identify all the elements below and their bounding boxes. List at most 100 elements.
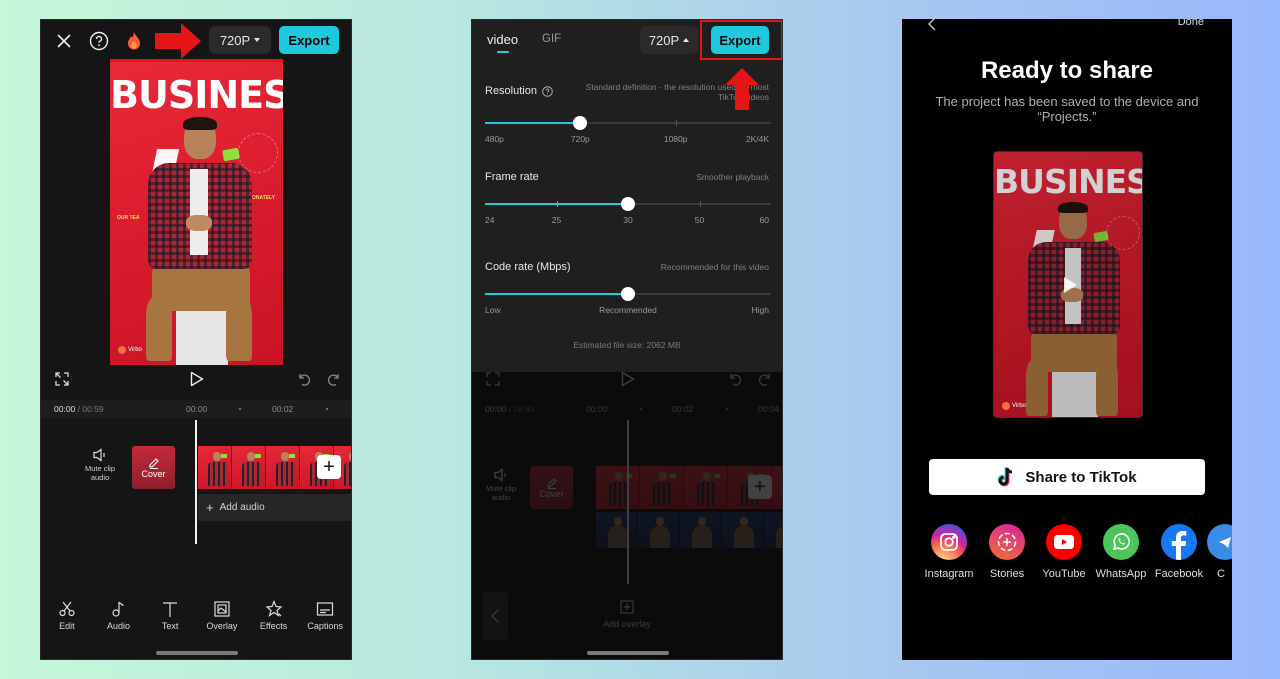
slider-option-label[interactable]: 60 — [760, 215, 769, 225]
slider-tick — [556, 201, 558, 207]
redo-icon — [756, 370, 774, 388]
close-icon[interactable] — [53, 30, 75, 52]
slider-option-label[interactable]: 30 — [623, 215, 632, 225]
facebook-icon — [1161, 524, 1197, 560]
text-icon — [163, 602, 178, 617]
playhead[interactable] — [195, 420, 197, 544]
plus-icon: + — [206, 500, 214, 515]
redo-icon[interactable] — [325, 370, 343, 388]
tick-dot — [239, 408, 241, 410]
frame-rate-hint: Smoother playback — [696, 172, 769, 182]
mute-clip-audio-button[interactable]: Mute clip audio — [79, 448, 121, 482]
add-clip-button[interactable]: + — [317, 455, 341, 479]
play-icon — [618, 369, 638, 389]
undo-icon[interactable] — [295, 370, 313, 388]
slider-option-label[interactable]: 25 — [552, 215, 561, 225]
tick-dot — [640, 408, 642, 410]
done-button[interactable]: Done — [1178, 19, 1204, 28]
share-whatsapp[interactable]: WhatsApp — [1092, 524, 1150, 580]
estimated-file-size: Estimated file size: 2062 MB — [573, 340, 681, 350]
captions-icon — [317, 602, 334, 616]
preview-side-text-left: OUR TEA — [117, 215, 140, 221]
tab-video[interactable]: video — [487, 32, 518, 47]
chevron-left-icon[interactable] — [924, 19, 940, 32]
tool-captions[interactable]: Captions — [299, 600, 351, 631]
slider-option-label[interactable]: Low — [485, 305, 501, 315]
fullscreen-icon[interactable] — [53, 370, 71, 388]
tool-text[interactable]: Text — [144, 600, 196, 631]
slider-option-label[interactable]: 2K/4K — [746, 134, 769, 144]
add-audio-label: Add audio — [219, 502, 265, 513]
flame-icon[interactable] — [123, 29, 145, 53]
video-preview[interactable]: BUSINESS OUR TEA ONATELY Virbo — [110, 59, 283, 365]
share-facebook[interactable]: Facebook — [1150, 524, 1208, 580]
overlay-icon — [214, 601, 230, 617]
tool-audio[interactable]: Audio — [93, 600, 145, 631]
export-button[interactable]: Export — [279, 26, 339, 54]
share-screen: Done Ready to share The project has been… — [902, 19, 1232, 660]
export-label: Export — [288, 32, 330, 48]
tab-gif[interactable]: GIF — [542, 33, 561, 45]
slider-option-label[interactable]: 50 — [695, 215, 704, 225]
tick-label: 00:02 — [272, 404, 294, 414]
active-tab-indicator — [497, 51, 509, 53]
effects-star-icon — [265, 600, 282, 617]
share-stories[interactable]: Stories — [978, 524, 1036, 580]
resolution-dropdown[interactable]: 720P — [640, 26, 698, 54]
annotation-arrow-right — [155, 23, 201, 59]
share-subtitle: The project has been saved to the device… — [935, 94, 1199, 124]
cover-label: Cover — [141, 468, 166, 479]
tool-overlay[interactable]: Overlay — [196, 600, 248, 631]
tool-edit[interactable]: Edit — [41, 600, 93, 631]
tick-dot — [326, 408, 328, 410]
slider-thumb[interactable] — [621, 287, 635, 301]
help-circle-icon[interactable] — [87, 29, 111, 53]
tick-label: 00:02 — [672, 404, 694, 414]
slider-option-label[interactable]: 1080p — [664, 134, 688, 144]
tool-effects[interactable]: Effects — [248, 600, 300, 631]
annotation-highlight-box — [700, 20, 782, 60]
presenter — [146, 117, 256, 365]
info-icon[interactable] — [542, 85, 553, 97]
slider-tick — [699, 201, 701, 207]
annotation-arrow-up — [725, 68, 759, 110]
frame-rate-section-title: Frame rate — [485, 171, 539, 183]
slider-thumb[interactable] — [573, 116, 588, 130]
code-rate-section-title: Code rate (Mbps) — [485, 261, 571, 273]
tick-dot — [726, 408, 728, 410]
slider-thumb[interactable] — [621, 197, 635, 211]
editor-screen: 720P Export BUSINESS OUR TEA ONATELY Vir… — [40, 19, 352, 660]
slider-option-label[interactable]: 480p — [485, 134, 504, 144]
exported-video-preview[interactable]: BUSINESS Virbo — [993, 151, 1143, 418]
mute-clip-audio-button: Mute clip audio — [480, 468, 522, 502]
tiktok-icon — [997, 467, 1013, 487]
code-rate-hint: Recommended for this video — [660, 262, 769, 272]
slider-option-label[interactable]: 24 — [485, 215, 494, 225]
cover-button[interactable]: Cover — [132, 446, 175, 489]
share-title: Ready to share — [980, 57, 1154, 84]
telegram-icon — [1207, 524, 1232, 560]
share-youtube[interactable]: YouTube — [1035, 524, 1093, 580]
slider-option-label[interactable]: 720p — [571, 134, 590, 144]
share-more-app[interactable]: C — [1207, 524, 1232, 580]
preview-headline: BUSINESS — [110, 73, 283, 117]
add-overlay-button: Add overlay — [472, 600, 782, 629]
whatsapp-icon — [1103, 524, 1139, 560]
play-icon[interactable] — [1064, 277, 1077, 293]
slider-option-label[interactable]: High — [752, 305, 769, 315]
overlay-clip-strip — [596, 512, 782, 548]
resolution-dropdown[interactable]: 720P — [209, 26, 271, 54]
virbo-watermark: Virbo — [1002, 402, 1026, 410]
share-instagram[interactable]: Instagram — [920, 524, 978, 580]
home-indicator — [587, 651, 669, 655]
add-clip-button: + — [748, 475, 772, 499]
share-to-tiktok-button[interactable]: Share to TikTok — [929, 459, 1205, 495]
add-audio-button[interactable]: + Add audio — [198, 494, 351, 521]
stories-icon — [989, 524, 1025, 560]
virbo-watermark: Virbo — [118, 346, 142, 354]
export-settings-screen: 00:00 / 28:49 00:00 00:02 00:04 Mute cli… — [471, 19, 783, 660]
play-icon[interactable] — [187, 369, 207, 389]
slider-option-label[interactable]: Recommended — [599, 305, 657, 315]
caret-up-icon — [683, 38, 690, 42]
home-indicator — [156, 651, 238, 655]
